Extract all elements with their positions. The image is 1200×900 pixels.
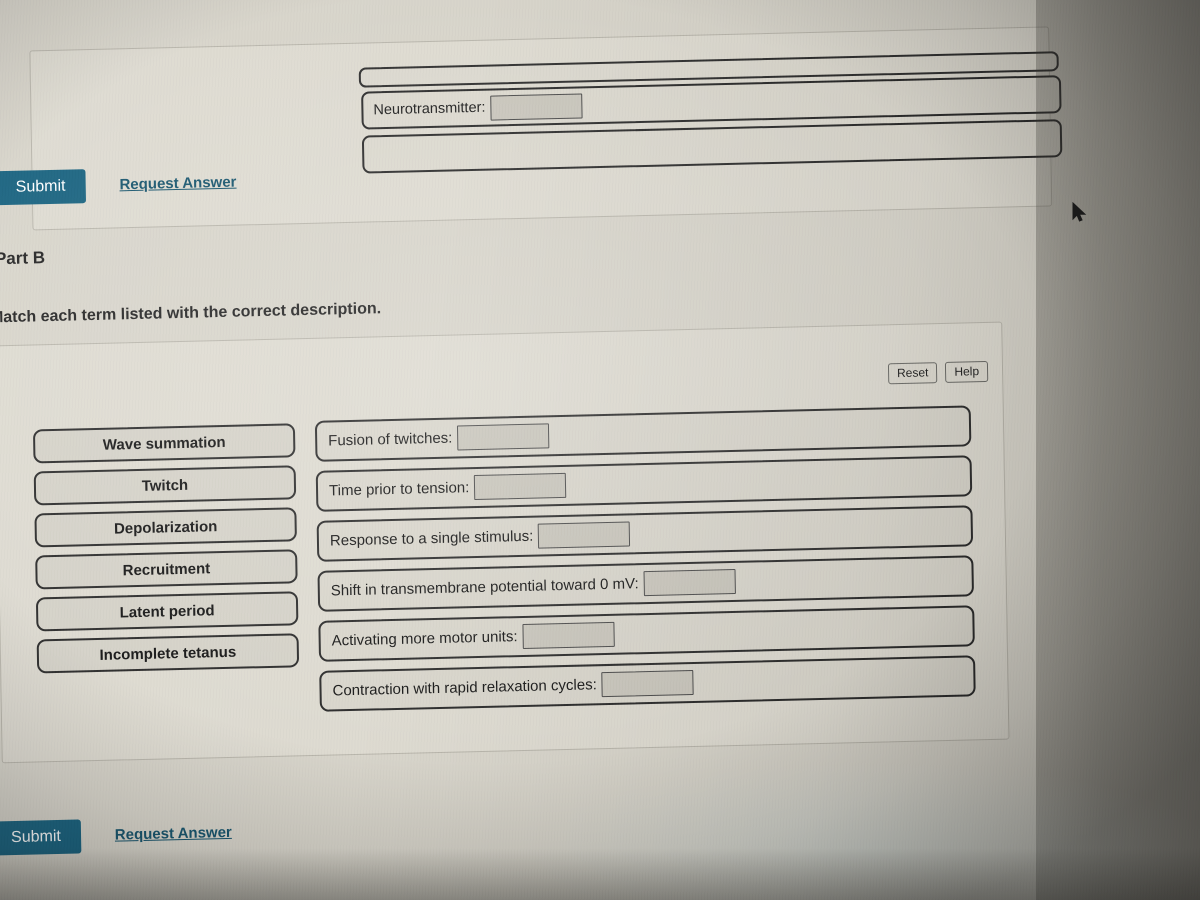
help-button[interactable]: Help <box>945 360 989 384</box>
description-label: Activating more motor units: <box>331 628 518 650</box>
part-b-actions: Submit Request Answer <box>0 816 232 856</box>
term-item[interactable]: Incomplete tetanus <box>36 633 300 674</box>
description-answer-slot[interactable] <box>601 669 694 698</box>
browser-page: ercise 22 Review & Practice Sheet: Muscl… <box>0 0 1200 900</box>
description-label: Shift in transmembrane potential toward … <box>330 575 639 600</box>
description-answer-slot[interactable] <box>474 472 567 501</box>
part-b-answer-card: Reset Help Wave summation Twitch Depolar… <box>0 321 1010 764</box>
part-b-heading: Part B <box>0 248 46 269</box>
description-label: Contraction with rapid relaxation cycles… <box>332 676 597 700</box>
description-answer-slot[interactable] <box>457 423 550 451</box>
description-answer-slot[interactable] <box>538 521 631 549</box>
page-title: ercise 22 Review & Practice Sheet: Muscl… <box>0 0 469 5</box>
description-row[interactable]: Time prior to tension: <box>315 455 973 512</box>
part-b-tool-buttons: Reset Help <box>887 360 989 385</box>
description-row[interactable]: Fusion of twitches: <box>314 405 972 462</box>
part-a-request-answer-link[interactable]: Request Answer <box>119 174 236 194</box>
part-a-actions: Submit Request Answer <box>0 166 237 205</box>
reset-button[interactable]: Reset <box>887 362 938 385</box>
term-bank: Wave summation Twitch Depolarization Rec… <box>32 423 300 681</box>
part-b-request-answer-link[interactable]: Request Answer <box>115 824 232 844</box>
description-row[interactable]: Contraction with rapid relaxation cycles… <box>319 655 976 712</box>
description-label: Response to a single stimulus: <box>329 527 534 550</box>
description-list: Fusion of twitches: Time prior to tensio… <box>314 405 976 720</box>
part-a-neurotransmitter-label: Neurotransmitter: <box>373 99 486 119</box>
part-a-submit-button[interactable]: Submit <box>0 169 86 205</box>
term-item[interactable]: Twitch <box>33 465 297 506</box>
description-row[interactable]: Shift in transmembrane potential toward … <box>317 555 974 612</box>
part-b-prompt: Match each term listed with the correct … <box>0 300 382 327</box>
description-label: Time prior to tension: <box>328 479 470 500</box>
part-a-neurotransmitter-answer-slot[interactable] <box>490 92 583 121</box>
term-item[interactable]: Recruitment <box>35 549 298 590</box>
description-answer-slot[interactable] <box>522 621 615 649</box>
part-b-submit-button[interactable]: Submit <box>0 819 82 856</box>
term-item[interactable]: Wave summation <box>32 423 296 464</box>
screen-photo: ercise 22 Review & Practice Sheet: Muscl… <box>0 0 1200 900</box>
term-item[interactable]: Latent period <box>35 591 299 632</box>
description-answer-slot[interactable] <box>643 568 736 597</box>
description-label: Fusion of twitches: <box>328 429 453 450</box>
description-row[interactable]: Activating more motor units: <box>318 605 975 662</box>
part-a-empty-row[interactable] <box>361 119 1063 174</box>
term-item[interactable]: Depolarization <box>34 507 297 548</box>
description-row[interactable]: Response to a single stimulus: <box>316 505 974 562</box>
